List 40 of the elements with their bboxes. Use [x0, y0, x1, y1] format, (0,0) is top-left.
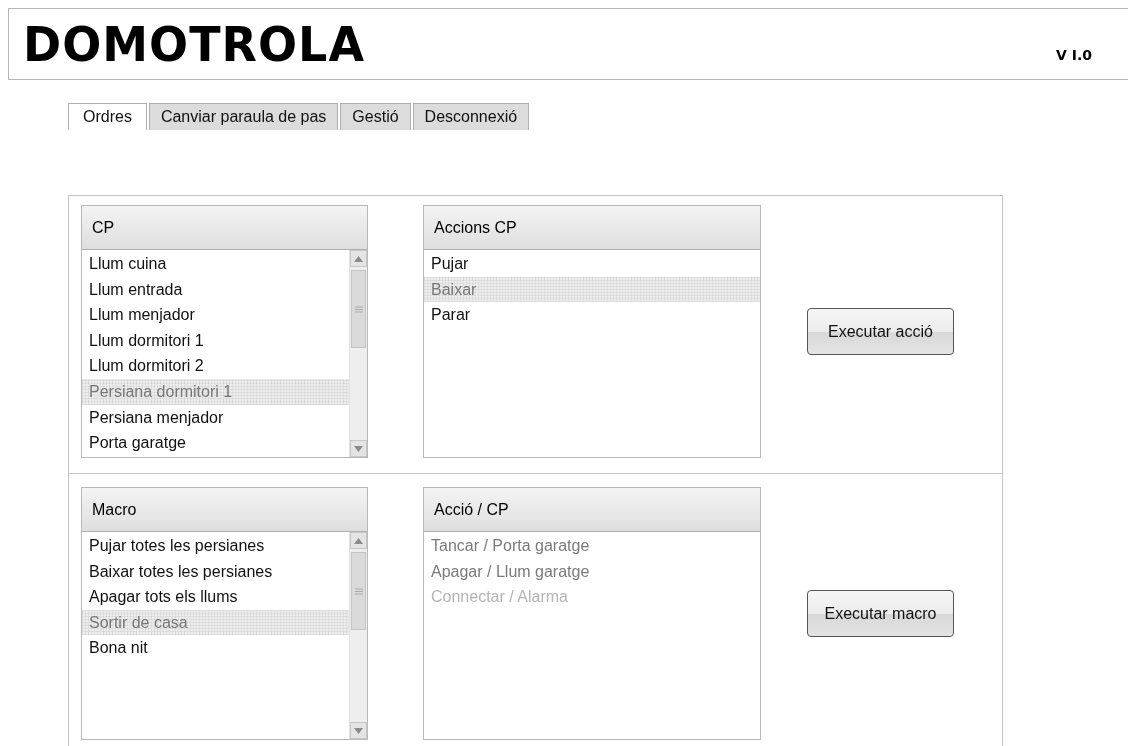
- list-item[interactable]: Bona nit: [82, 635, 349, 661]
- list-item[interactable]: Llum dormitori 1: [82, 327, 349, 354]
- list-item[interactable]: Porta garatge: [82, 430, 349, 456]
- list-item[interactable]: Parar: [424, 302, 760, 328]
- scroll-thumb[interactable]: [351, 552, 366, 630]
- scrollbar[interactable]: [349, 250, 367, 457]
- list-header: CP: [82, 206, 367, 250]
- list-item[interactable]: Llum menjador: [82, 302, 349, 328]
- list-item[interactable]: Baixar totes les persianes: [82, 558, 349, 585]
- list-item[interactable]: Apagar tots els llums: [82, 584, 349, 610]
- tab[interactable]: Ordres: [68, 103, 147, 130]
- list-item[interactable]: Llum cuina: [82, 251, 349, 277]
- list-item[interactable]: Sortir de casa: [82, 609, 349, 636]
- version-label: V I.0: [1056, 47, 1092, 63]
- list-header: Acció / CP: [424, 488, 760, 532]
- tab[interactable]: Desconnexió: [412, 103, 530, 130]
- scroll-thumb[interactable]: [351, 270, 366, 348]
- execute-button[interactable]: Executar acció: [807, 308, 954, 355]
- list-item: Apagar / Llum garatge: [430, 561, 591, 582]
- grip-icon[interactable]: [354, 587, 363, 595]
- scroll-up-icon[interactable]: [350, 532, 367, 549]
- list-header: Accions CP: [424, 206, 760, 250]
- execute-button[interactable]: Executar macro: [807, 590, 954, 637]
- list-item[interactable]: Llum entrada: [82, 276, 349, 303]
- list-header: Macro: [82, 488, 367, 532]
- scrollbar[interactable]: [349, 532, 367, 739]
- tab[interactable]: Gestió: [340, 103, 411, 130]
- tab[interactable]: Canviar paraula de pas: [148, 103, 339, 130]
- scroll-up-icon[interactable]: [350, 250, 367, 267]
- list-item[interactable]: Persiana menjador: [82, 404, 349, 431]
- list-item[interactable]: Pujar: [424, 251, 760, 277]
- list-item: Tancar / Porta garatge: [430, 536, 591, 556]
- list-item[interactable]: Baixar: [424, 276, 760, 303]
- list-item[interactable]: Pujar totes les persianes: [82, 533, 349, 559]
- logo: DOMOTROLA: [23, 19, 365, 69]
- list-item: Connectar / Alarma: [430, 587, 569, 608]
- scroll-down-icon[interactable]: [350, 722, 367, 739]
- list-item[interactable]: Llum dormitori 2: [82, 353, 349, 379]
- grip-icon[interactable]: [354, 305, 363, 313]
- scroll-down-icon[interactable]: [350, 440, 367, 457]
